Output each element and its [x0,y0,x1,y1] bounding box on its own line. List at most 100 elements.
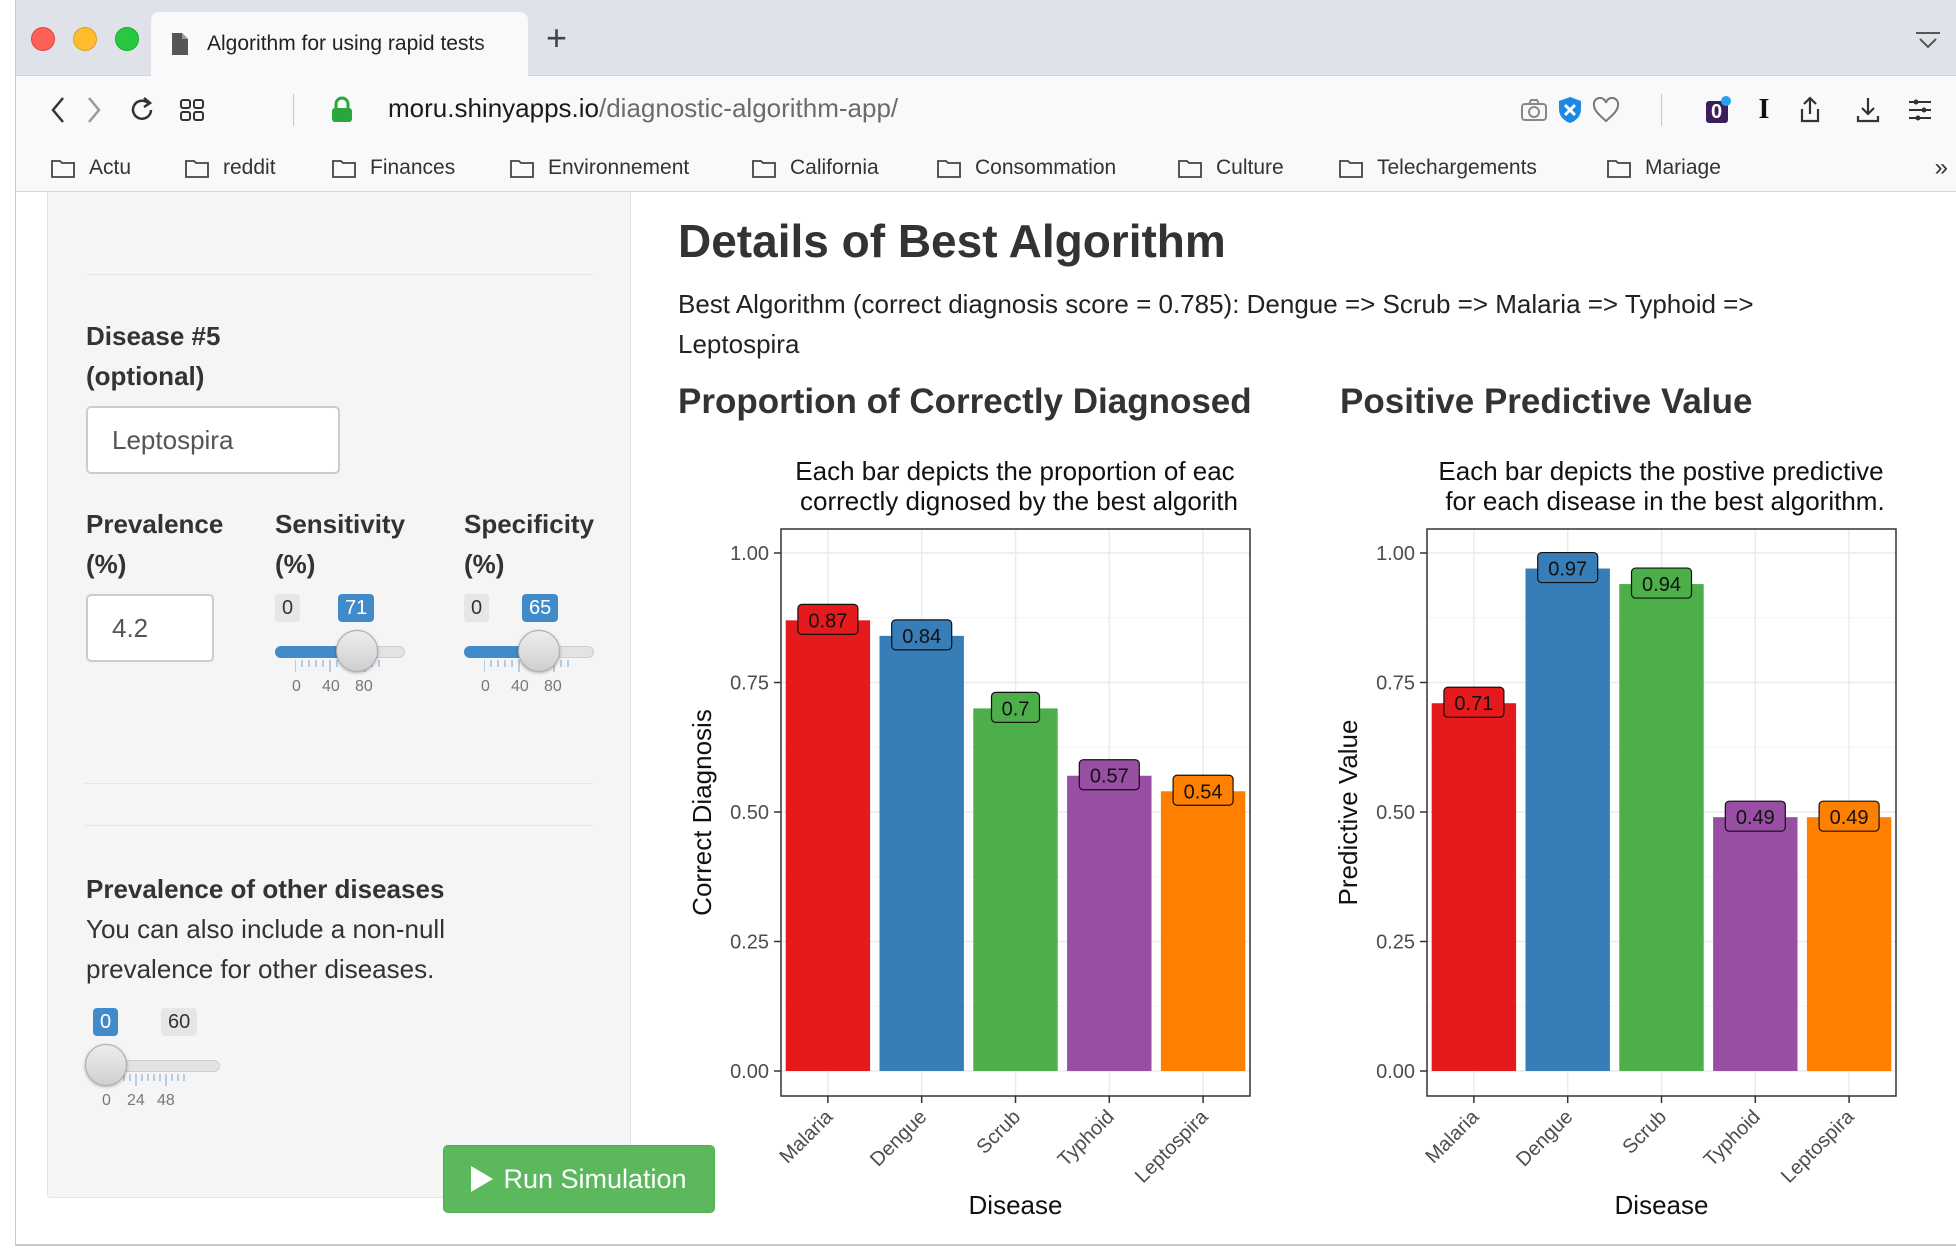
download-icon[interactable] [1854,96,1882,124]
data-label: 0.54 [1184,781,1223,803]
screenshot-icon[interactable] [1520,96,1548,124]
bar-dengue [879,635,964,1071]
heart-icon[interactable] [1592,96,1620,124]
instapaper-icon[interactable]: I [1750,94,1778,125]
disease5-label-optional: (optional) [86,361,205,391]
data-label: 0.94 [1642,574,1681,596]
folder-icon [1178,160,1202,178]
menu-icon[interactable] [1906,96,1934,124]
sensitivity-unit-label: (%) [275,549,316,579]
chart-subtitle: Each bar depicts the postive predictive [1438,456,1883,486]
sensitivity-label: Sensitivity [275,509,406,539]
bar-typhoid [1713,817,1798,1071]
url-field[interactable]: moru.shinyapps.io/diagnostic-algorithm-a… [388,93,898,124]
x-tick-label: Dengue [1512,1106,1577,1171]
y-tick-label: 0.25 [730,932,769,954]
x-tick-label: Typhoid [1700,1106,1765,1171]
close-window-button[interactable] [31,27,55,51]
data-label: 0.97 [1548,559,1587,581]
sensitivity-min-bubble: 0 [275,594,301,622]
bookmark-telechargements[interactable]: Telechargements [1339,154,1537,182]
bookmark-california[interactable]: California [752,154,879,182]
prevalence-unit-label: (%) [86,549,127,579]
sensitivity-slider[interactable]: 0 71 0 40 80 [275,594,415,704]
data-label: 0.7 [1002,698,1030,720]
data-label: 0.49 [1830,807,1869,829]
bookmarks-bar: Actu reddit Finances Environnement Californi… [16,144,1956,192]
bar-scrub [973,708,1058,1071]
y-tick-label: 0.75 [1376,673,1415,695]
folder-icon [937,160,961,178]
x-tick-label: Leptospira [1777,1105,1859,1187]
specificity-slider[interactable]: 0 65 0 40 80 [464,594,604,704]
x-tick-label: Scrub [1619,1106,1672,1159]
tab-list-icon[interactable] [1915,30,1941,55]
bookmark-finances[interactable]: Finances [332,154,455,182]
play-icon [471,1166,494,1192]
other-prevalence-max-bubble: 60 [161,1008,198,1036]
chart-subtitle: Each bar depicts the proportion of eac [795,456,1234,486]
data-label: 0.49 [1736,807,1775,829]
extension-badge-icon[interactable]: 0 [1702,96,1732,124]
minimize-window-button[interactable] [73,27,97,51]
new-tab-button[interactable]: + [546,20,567,56]
folder-icon [752,160,776,178]
y-axis-title: Correct Diagnosis [687,709,717,916]
bar-dengue [1525,568,1610,1071]
tab-overview-icon[interactable] [178,96,206,124]
bar-typhoid [1067,775,1152,1071]
folder-icon [1339,160,1363,178]
x-tick-label: Scrub [973,1106,1026,1159]
prevalence-input[interactable]: 4.2 [86,594,214,662]
forward-icon[interactable] [80,96,108,124]
chart-subtitle: correctly dignosed by the best algorith [800,486,1238,516]
tab-title: Algorithm for using rapid tests [207,32,485,55]
prevalence-label: Prevalence [86,509,224,539]
other-prevalence-desc-2: prevalence for other diseases. [86,954,435,984]
bookmark-actu[interactable]: Actu [51,154,131,182]
x-axis-title: Disease [969,1190,1063,1220]
bar-scrub [1619,584,1704,1071]
browser-window: Algorithm for using rapid tests + moru.s… [15,0,1956,1246]
other-prevalence-slider[interactable]: 0 60 0 24 48 [85,1008,236,1118]
bookmark-mariage[interactable]: Mariage [1607,154,1721,182]
y-tick-label: 0.00 [1376,1061,1415,1083]
specificity-value-bubble: 65 [522,594,559,622]
bookmark-reddit[interactable]: reddit [185,154,276,182]
data-label: 0.87 [808,610,847,632]
y-tick-label: 0.25 [1376,932,1415,954]
x-axis-title: Disease [1615,1190,1709,1220]
disease5-label: Disease #5 [86,321,221,351]
page-title: Details of Best Algorithm [678,215,1226,267]
y-axis-title: Predictive Value [1333,720,1363,906]
folder-icon [185,160,209,178]
y-tick-label: 0.75 [730,673,769,695]
disease5-input[interactable]: Leptospira [86,406,340,474]
x-tick-label: Malaria [1422,1105,1485,1168]
bookmark-consommation[interactable]: Consommation [937,154,1116,182]
specificity-unit-label: (%) [464,549,505,579]
tab-active[interactable]: Algorithm for using rapid tests [151,12,528,76]
chart-subtitle: for each disease in the best algorithm. [1445,486,1884,516]
x-tick-label: Malaria [776,1105,839,1168]
bar-malaria [1431,703,1517,1071]
bookmarks-overflow-button[interactable]: » [1935,154,1948,182]
shield-extension-icon[interactable] [1556,96,1584,124]
share-icon[interactable] [1796,96,1824,124]
lock-icon[interactable] [328,96,356,124]
back-icon[interactable] [44,96,72,124]
y-tick-label: 0.50 [730,802,769,824]
maximize-window-button[interactable] [115,27,139,51]
bookmark-environnement[interactable]: Environnement [510,154,689,182]
run-simulation-button[interactable]: Run Simulation [443,1145,715,1213]
data-label: 0.71 [1454,693,1493,715]
other-prevalence-title: Prevalence of other diseases [86,874,445,904]
ppv-chart: Each bar depicts the postive predictivef… [1333,456,1897,1220]
bookmark-culture[interactable]: Culture [1178,154,1284,182]
other-prevalence-slider-handle[interactable] [85,1044,127,1086]
folder-icon [51,160,75,178]
bar-leptospira [1160,791,1246,1071]
specificity-slider-handle[interactable] [518,630,560,672]
sensitivity-slider-handle[interactable] [336,630,378,672]
reload-icon[interactable] [128,96,156,124]
